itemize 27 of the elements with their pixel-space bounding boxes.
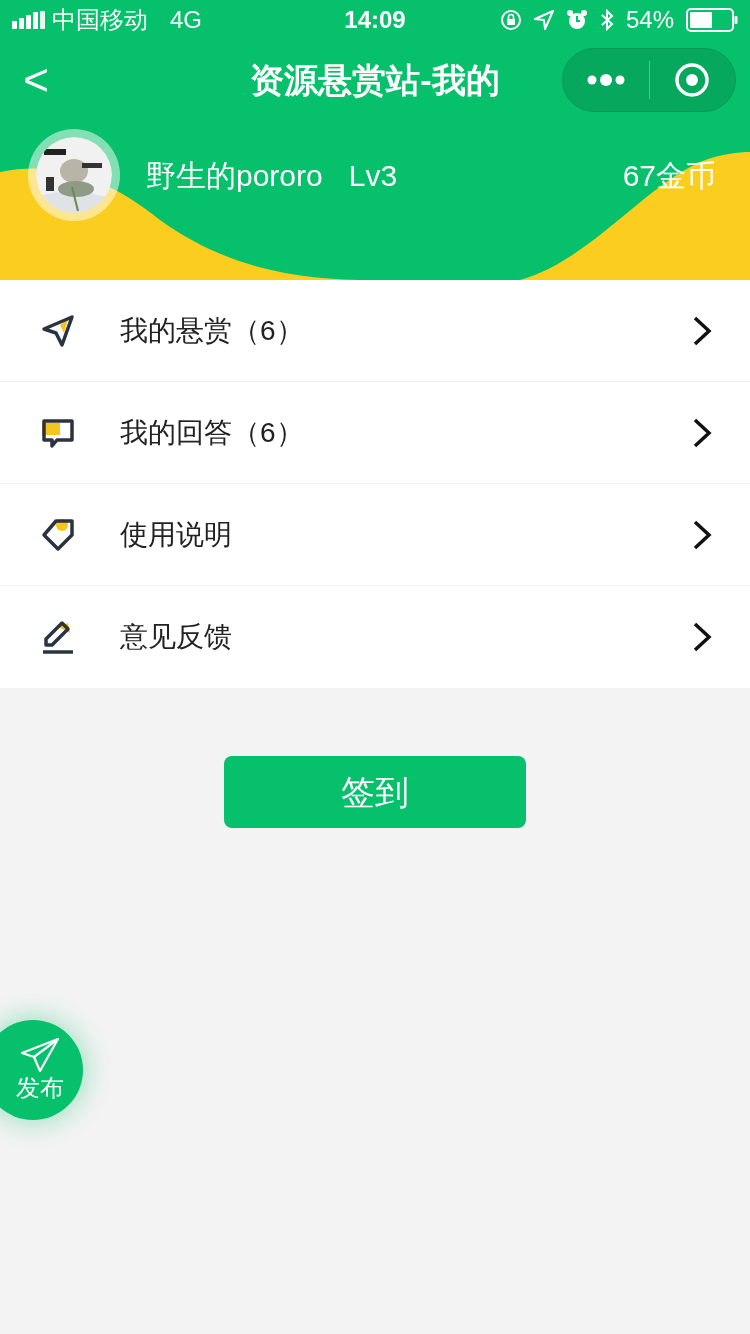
user-level: Lv3 [348, 157, 398, 194]
network-type: 4G [170, 5, 202, 35]
page-title: 资源悬赏站-我的 [250, 59, 500, 101]
menu-label: 意见反馈 [120, 620, 232, 654]
menu-label: 我的回答（6） [120, 415, 304, 450]
pencil-icon [40, 619, 76, 655]
user-name: 野生的pororo [146, 157, 323, 194]
close-target-icon[interactable] [674, 62, 711, 98]
chevron-icon [692, 315, 712, 346]
location-icon [533, 10, 554, 30]
menu-label: 我的悬赏（6） [120, 313, 304, 348]
battery-percent: 54% [625, 5, 674, 35]
chevron-icon [692, 622, 712, 652]
rotation-lock-icon [499, 9, 522, 31]
chevron-icon [692, 519, 712, 550]
more-icon[interactable] [585, 74, 626, 86]
chevron-icon [692, 417, 712, 448]
bluetooth-icon [599, 9, 614, 31]
carrier-name: 中国移动 [52, 5, 148, 35]
status-time: 14:09 [344, 6, 406, 33]
menu-label: 使用说明 [120, 517, 232, 552]
battery-icon [686, 8, 738, 32]
tag-icon [40, 516, 76, 553]
paper-plane-icon [20, 1037, 60, 1073]
send-icon [40, 312, 76, 349]
alarm-icon [565, 9, 588, 31]
signal-icon [12, 11, 46, 29]
